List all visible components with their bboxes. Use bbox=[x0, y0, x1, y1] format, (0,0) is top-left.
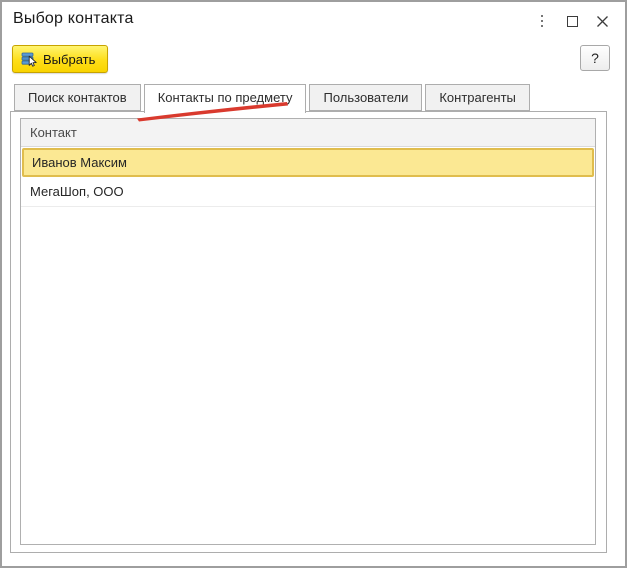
column-header-contact[interactable]: Контакт bbox=[21, 119, 595, 147]
tab-users[interactable]: Пользователи bbox=[309, 84, 422, 111]
tab-contacts-by-subject[interactable]: Контакты по предмету bbox=[144, 84, 307, 113]
help-button[interactable]: ? bbox=[580, 45, 610, 71]
contacts-by-subject-panel: Контакт Иванов Максим МегаШоп, ООО bbox=[10, 111, 607, 553]
table-row-megashop[interactable]: МегаШоп, ООО bbox=[21, 177, 595, 207]
close-icon bbox=[596, 15, 609, 28]
table-row-ivanov[interactable]: Иванов Максим bbox=[22, 148, 594, 177]
contact-selection-dialog: Выбор контакта Выбрать ? bbox=[0, 0, 627, 568]
maximize-icon bbox=[567, 16, 578, 27]
window-title: Выбор контакта bbox=[13, 10, 134, 28]
tab-contact-search[interactable]: Поиск контактов bbox=[14, 84, 141, 111]
tab-bar: Поиск контактов Контакты по предмету Пол… bbox=[14, 84, 530, 113]
help-button-label: ? bbox=[591, 50, 599, 66]
close-button[interactable] bbox=[587, 10, 617, 32]
select-button[interactable]: Выбрать bbox=[12, 45, 108, 73]
titlebar: Выбор контакта bbox=[2, 2, 625, 40]
select-contact-icon bbox=[21, 51, 38, 68]
select-button-label: Выбрать bbox=[43, 52, 95, 67]
tab-counterparties[interactable]: Контрагенты bbox=[425, 84, 530, 111]
window-controls bbox=[527, 10, 617, 32]
maximize-button[interactable] bbox=[557, 10, 587, 32]
kebab-menu-icon bbox=[541, 15, 544, 28]
contacts-table: Контакт Иванов Максим МегаШоп, ООО bbox=[20, 118, 596, 545]
menu-dots-icon[interactable] bbox=[527, 10, 557, 32]
